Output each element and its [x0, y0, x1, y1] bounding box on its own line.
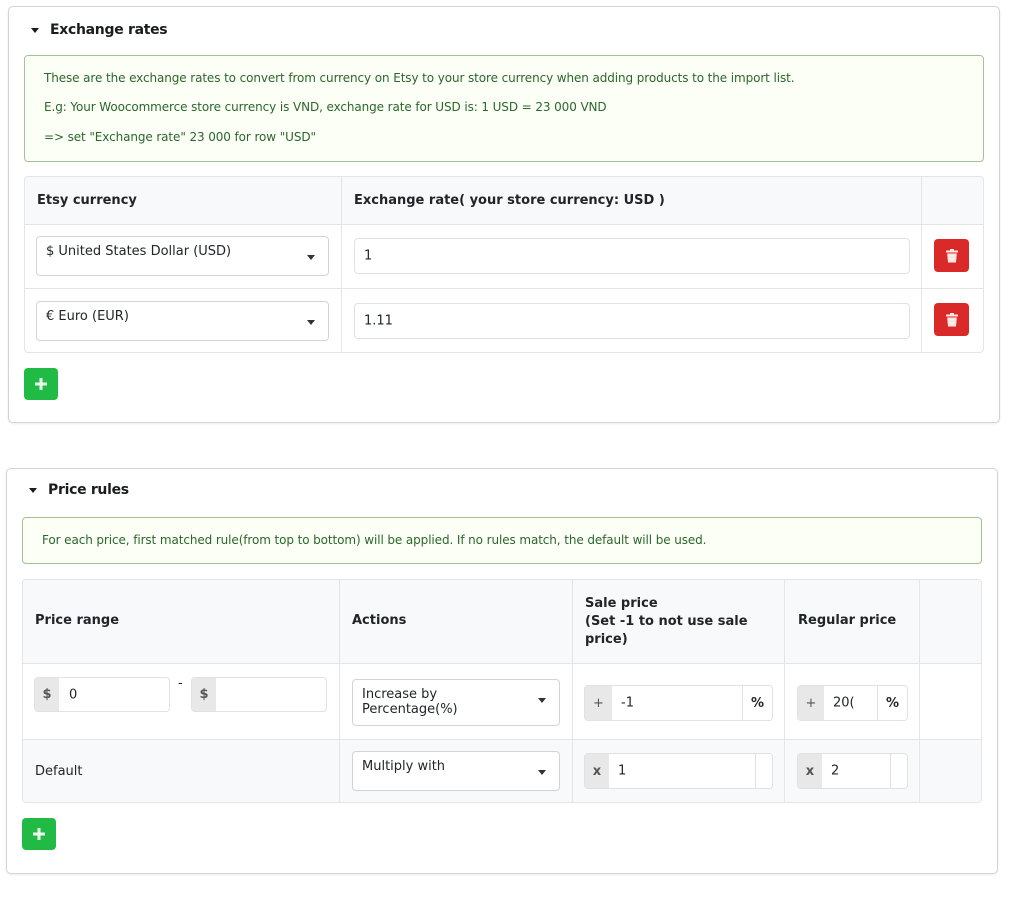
- plus-icon: [35, 378, 47, 390]
- column-header-sale-price: Sale price: [585, 596, 658, 611]
- column-divider: [572, 580, 573, 802]
- range-separator: -: [178, 676, 183, 691]
- trash-icon: [945, 312, 958, 326]
- price-rules-table: Price range Actions Sale price (Set -1 t…: [22, 579, 982, 803]
- price-from-input-group[interactable]: $ 0: [34, 677, 170, 712]
- add-exchange-rate-button[interactable]: [24, 368, 58, 400]
- table-row: $ 0 - $ Increase by Percentage(%) + -1 %…: [23, 663, 981, 739]
- currency-select[interactable]: $ United States Dollar (USD): [36, 236, 329, 276]
- column-divider: [921, 177, 922, 352]
- action-select-value-line1: Increase by: [362, 687, 438, 702]
- default-row-label: Default: [35, 764, 83, 779]
- exchange-rates-panel: Exchange rates These are the exchange ra…: [8, 6, 1000, 423]
- action-select[interactable]: Increase by Percentage(%): [352, 679, 560, 726]
- notice-line: For each price, first matched rule(from …: [42, 533, 707, 547]
- caret-down-icon: [31, 27, 39, 33]
- table-row-default: Default Multiply with x 1 x 2: [23, 739, 981, 802]
- dropdown-caret-icon: [538, 698, 546, 703]
- column-header-etsy-currency: Etsy currency: [37, 193, 137, 208]
- default-sale-price-input-group[interactable]: x 1: [584, 753, 773, 789]
- action-select-value-line2: Percentage(%): [362, 702, 458, 717]
- default-action-select-value: Multiply with: [362, 759, 446, 774]
- exchange-rate-input[interactable]: 1.11: [354, 303, 910, 339]
- regular-price-input-group[interactable]: + 20( %: [797, 685, 908, 721]
- dropdown-caret-icon: [307, 255, 315, 260]
- empty-addon: [755, 754, 772, 788]
- currency-select-value: $ United States Dollar (USD): [46, 244, 232, 259]
- column-divider: [919, 580, 920, 802]
- plus-addon: +: [798, 686, 824, 720]
- column-header-price-range: Price range: [35, 613, 120, 628]
- plus-icon: [33, 828, 45, 840]
- table-row: $ United States Dollar (USD) 1: [25, 224, 983, 288]
- exchange-rates-table: Etsy currency Exchange rate( your store …: [24, 176, 984, 353]
- price-rules-title: Price rules: [48, 482, 129, 498]
- caret-down-icon: [29, 487, 37, 493]
- default-regular-price-value: 2: [831, 763, 840, 779]
- sale-price-input-group[interactable]: + -1 %: [584, 685, 773, 721]
- exchange-rates-notice: These are the exchange rates to convert …: [24, 55, 984, 162]
- notice-line: E.g: Your Woocommerce store currency is …: [44, 100, 607, 114]
- price-from-value: 0: [69, 687, 78, 702]
- price-to-input-group[interactable]: $: [191, 677, 327, 712]
- column-header-actions: Actions: [352, 613, 407, 628]
- delete-row-button[interactable]: [934, 239, 969, 272]
- price-rules-panel: Price rules For each price, first matche…: [6, 468, 998, 874]
- price-rules-notice: For each price, first matched rule(from …: [22, 517, 982, 564]
- table-header-row: Price range Actions Sale price (Set -1 t…: [23, 580, 981, 663]
- currency-select[interactable]: € Euro (EUR): [36, 301, 329, 341]
- currency-select-value: € Euro (EUR): [46, 309, 129, 324]
- plus-addon: +: [585, 686, 612, 720]
- exchange-rate-input[interactable]: 1: [354, 238, 910, 274]
- column-header-sale-price-note: price): [585, 632, 628, 647]
- dropdown-caret-icon: [307, 320, 315, 325]
- percent-addon: %: [877, 686, 907, 720]
- dollar-addon: $: [35, 678, 59, 711]
- empty-addon: [890, 754, 907, 788]
- delete-row-button[interactable]: [934, 303, 969, 336]
- column-divider: [339, 580, 340, 802]
- default-regular-price-input-group[interactable]: x 2: [797, 753, 908, 789]
- price-rules-toggle[interactable]: Price rules: [29, 479, 129, 501]
- table-row: € Euro (EUR) 1.11: [25, 288, 983, 352]
- column-divider: [341, 177, 342, 352]
- regular-price-value: 20(: [833, 695, 855, 711]
- notice-line: These are the exchange rates to convert …: [44, 71, 795, 85]
- add-price-rule-button[interactable]: [22, 818, 56, 850]
- multiply-addon: x: [798, 754, 822, 788]
- dollar-addon: $: [192, 678, 216, 711]
- exchange-rates-title: Exchange rates: [50, 22, 168, 38]
- sale-price-value: -1: [621, 695, 634, 711]
- exchange-rate-value: 1: [364, 248, 373, 264]
- exchange-rates-toggle[interactable]: Exchange rates: [31, 19, 168, 41]
- trash-icon: [945, 248, 958, 262]
- dropdown-caret-icon: [538, 770, 546, 775]
- column-header-sale-price-note: (Set -1 to not use sale: [585, 614, 748, 629]
- default-sale-price-value: 1: [618, 763, 627, 779]
- exchange-rate-value: 1.11: [364, 313, 393, 329]
- default-action-select[interactable]: Multiply with: [352, 751, 560, 791]
- percent-addon: %: [742, 686, 772, 720]
- table-header-row: Etsy currency Exchange rate( your store …: [25, 177, 983, 224]
- column-header-regular-price: Regular price: [798, 613, 897, 628]
- column-header-exchange-rate: Exchange rate( your store currency: USD …: [354, 193, 665, 208]
- column-divider: [784, 580, 785, 802]
- notice-line: => set "Exchange rate" 23 000 for row "U…: [44, 130, 316, 144]
- multiply-addon: x: [585, 754, 609, 788]
